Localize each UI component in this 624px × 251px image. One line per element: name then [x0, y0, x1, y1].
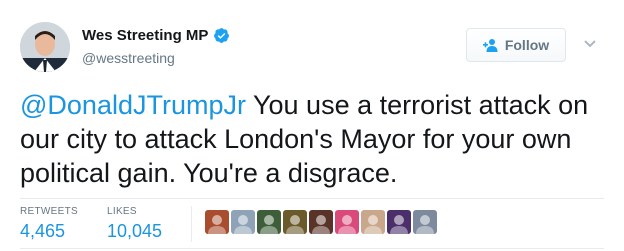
chevron-down-icon[interactable]	[583, 39, 597, 49]
add-user-icon	[482, 39, 498, 52]
liker-avatar-5[interactable]	[309, 210, 333, 234]
author-display-name[interactable]: Wes Streeting MP	[82, 27, 208, 44]
divider	[20, 248, 604, 249]
liker-avatar-7[interactable]	[361, 210, 385, 234]
liker-avatar-3[interactable]	[257, 210, 281, 234]
likes-count[interactable]: 10,045	[107, 221, 162, 242]
avatar[interactable]	[20, 22, 70, 72]
follow-button[interactable]: Follow	[466, 28, 566, 62]
liker-avatar-8[interactable]	[387, 210, 411, 234]
author-handle[interactable]: @wesstreeting	[82, 50, 175, 66]
liker-avatar-2[interactable]	[231, 210, 255, 234]
follow-button-label: Follow	[504, 37, 550, 53]
retweets-stat[interactable]: RETWEETS 4,465	[20, 206, 78, 242]
liker-avatar-9[interactable]	[413, 210, 437, 234]
tweet-text: @DonaldJTrumpJr You use a terrorist atta…	[20, 88, 610, 190]
mention-link[interactable]: @DonaldJTrumpJr	[20, 90, 246, 120]
liker-avatar-1[interactable]	[205, 210, 229, 234]
likes-stat[interactable]: LIKES 10,045	[107, 206, 162, 242]
liker-avatars	[205, 210, 437, 234]
divider	[20, 198, 604, 199]
likes-label: LIKES	[107, 206, 137, 217]
liker-avatar-4[interactable]	[283, 210, 307, 234]
stats-divider	[191, 206, 192, 242]
retweets-label: RETWEETS	[20, 206, 78, 217]
profile-photo-icon	[20, 22, 70, 72]
verified-badge-icon	[214, 28, 230, 43]
liker-avatar-6[interactable]	[335, 210, 359, 234]
author-name-row: Wes Streeting MP	[82, 27, 230, 44]
retweets-count[interactable]: 4,465	[20, 221, 78, 242]
